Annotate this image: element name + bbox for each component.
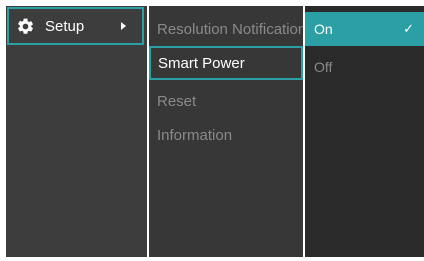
main-menu-column: Setup (6, 6, 147, 257)
gear-icon (16, 17, 35, 36)
option-on[interactable]: On ✓ (305, 12, 424, 46)
option-off[interactable]: Off (305, 50, 424, 84)
option-on-label: On (314, 21, 333, 37)
submenu-item-smart-power[interactable]: Smart Power (149, 46, 303, 80)
submenu-item-reset[interactable]: Reset (149, 84, 303, 118)
options-column: On ✓ Off (305, 6, 424, 257)
menu-item-setup[interactable]: Setup (7, 7, 144, 45)
menu-item-setup-label: Setup (45, 17, 85, 35)
submenu-item-information[interactable]: Information (149, 118, 303, 152)
chevron-right-icon (121, 22, 126, 30)
osd-menu: Setup Resolution Notification Smart Powe… (0, 0, 424, 261)
submenu-column: Resolution Notification Smart Power Rese… (149, 6, 303, 257)
option-off-label: Off (314, 59, 333, 75)
submenu-item-resolution-notification[interactable]: Resolution Notification (149, 12, 303, 46)
checkmark-icon: ✓ (403, 21, 414, 36)
